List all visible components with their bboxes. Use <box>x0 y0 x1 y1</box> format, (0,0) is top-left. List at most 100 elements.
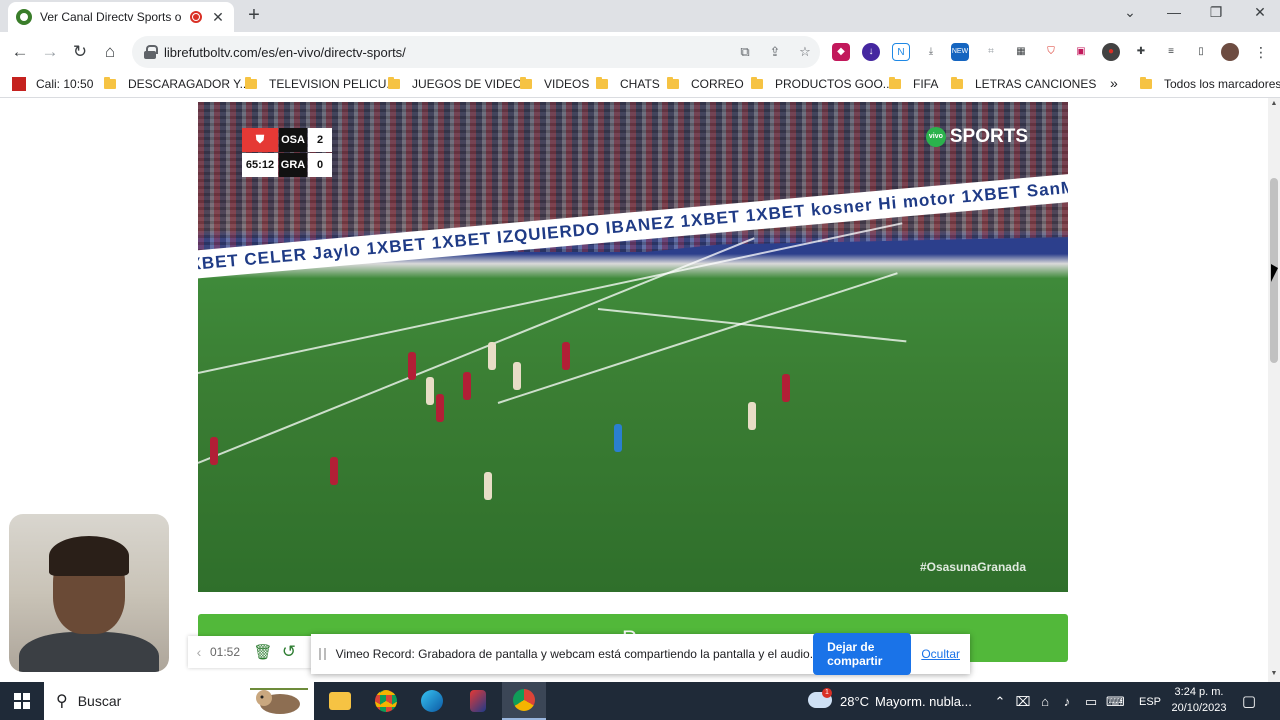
taskbar-file-explorer[interactable] <box>318 682 362 720</box>
webcam-overlay[interactable] <box>9 514 169 672</box>
extension-screenshot-icon[interactable]: ⌗ <box>982 43 1000 61</box>
minimize-button[interactable]: — <box>1162 4 1186 20</box>
scroll-down-icon[interactable]: ▼ <box>1270 670 1278 678</box>
input-language[interactable]: ESP <box>1139 696 1161 708</box>
player-white <box>748 402 756 430</box>
page-content: 1XBET CELER Jaylo 1XBET 1XBET IZQUIERDO … <box>0 98 1268 682</box>
bookmark-star-icon[interactable]: ☆ <box>790 44 820 60</box>
bookmark-folder-chats[interactable]: CHATS <box>596 77 660 91</box>
restart-icon[interactable]: ↺ <box>276 642 302 662</box>
folder-icon <box>1140 77 1152 89</box>
tray-device-icon[interactable]: ⌧ <box>1014 694 1032 710</box>
discard-trash-icon[interactable]: 🗑 <box>250 643 276 661</box>
side-panel-icon[interactable]: ▯ <box>1192 43 1210 61</box>
cast-icon[interactable]: ⧉ <box>730 44 760 60</box>
reading-list-icon[interactable]: ≡ <box>1162 43 1180 61</box>
bookmark-label: Todos los marcadores <box>1164 77 1280 91</box>
extension-grid-icon[interactable]: ▦ <box>1012 43 1030 61</box>
stop-sharing-button[interactable]: Dejar de compartir <box>813 633 912 675</box>
all-bookmarks-folder[interactable]: Todos los marcadores <box>1140 77 1280 91</box>
extension-download-icon[interactable]: ↓ <box>862 43 880 61</box>
share-icon[interactable]: ⇪ <box>760 44 790 60</box>
webcam-person-hair <box>49 536 129 576</box>
bookmark-folder-letras[interactable]: LETRAS CANCIONES <box>951 77 1096 91</box>
volume-icon[interactable]: ♪ <box>1058 694 1076 709</box>
bookmarks-overflow-button[interactable]: » <box>1110 75 1118 91</box>
player-white <box>426 377 434 405</box>
video-player[interactable]: 1XBET CELER Jaylo 1XBET 1XBET IZQUIERDO … <box>198 102 1068 592</box>
collapse-chevron-icon[interactable]: ‹ <box>188 644 210 660</box>
keyboard-icon[interactable]: ⌨ <box>1106 694 1125 710</box>
site-info-icon[interactable] <box>144 45 158 59</box>
downloads-icon[interactable]: ⤓ <box>922 43 940 61</box>
reload-button[interactable]: ↻ <box>68 40 92 64</box>
extension-diamond-icon[interactable]: ◆ <box>832 43 850 61</box>
player-red <box>330 457 338 485</box>
tab-title: Ver Canal Directv Sports onl <box>40 10 182 24</box>
laliga-logo-icon: ⛊ <box>242 128 278 152</box>
match-hashtag: #OsasunaGranada <box>919 560 1026 574</box>
broadcaster-logo: vivo SPORTS <box>925 126 1028 148</box>
screen-share-notification: Vimeo Record: Grabadora de pantalla y we… <box>311 633 970 675</box>
bookmark-folder-descaragador[interactable]: DESCARAGADOR Y... <box>104 77 250 91</box>
window-close-button[interactable]: ✕ <box>1248 4 1272 21</box>
profile-avatar[interactable] <box>1221 43 1239 61</box>
windows-start-icon[interactable] <box>14 693 30 709</box>
menu-kebab-icon[interactable]: ⋮ <box>1252 43 1270 61</box>
referee <box>614 424 622 452</box>
folder-icon <box>889 77 901 89</box>
new-tab-button[interactable]: + <box>244 4 264 27</box>
taskbar-clock[interactable]: 3:24 p. m. 20/10/2023 <box>1168 684 1230 716</box>
bookmark-folder-productos[interactable]: PRODUCTOS GOO... <box>751 77 893 91</box>
player-white <box>513 362 521 390</box>
extension-n-icon[interactable]: N <box>892 43 910 61</box>
recording-elapsed: 01:52 <box>210 645 241 659</box>
notifications-icon[interactable]: ▢ <box>1240 692 1258 710</box>
battery-icon[interactable]: ▭ <box>1082 694 1100 710</box>
tray-expand-icon[interactable]: ⌃ <box>991 694 1009 710</box>
weather-description[interactable]: Mayorm. nubla... <box>875 694 972 709</box>
webcam-person-shirt <box>19 632 159 672</box>
drag-handle-icon[interactable] <box>319 648 326 660</box>
network-icon[interactable]: ⌂ <box>1036 694 1054 709</box>
hide-link[interactable]: Ocultar <box>921 647 960 661</box>
pitch-line <box>497 272 898 404</box>
bookmark-folder-fifa[interactable]: FIFA <box>889 77 938 91</box>
tab-search-icon[interactable]: ⌄ <box>1118 4 1142 21</box>
bookmark-label: CORREO <box>691 77 744 91</box>
bookmark-label: Cali: 10:50 <box>36 77 94 91</box>
match-clock: 65:12 <box>242 153 278 177</box>
taskbar-edge[interactable] <box>410 682 454 720</box>
taskbar-app-tool[interactable] <box>456 682 500 720</box>
browser-toolbar: ← → ↻ ⌂ librefutboltv.com/es/en-vivo/dir… <box>0 32 1280 72</box>
weather-alert-badge: 1 <box>822 688 832 698</box>
bookmark-folder-correo[interactable]: CORREO <box>667 77 744 91</box>
player-white <box>484 472 492 500</box>
bookmark-folder-videos[interactable]: VIDEOS <box>520 77 589 91</box>
bookmark-label: VIDEOS <box>544 77 590 91</box>
extension-shield-icon[interactable]: ⛉ <box>1042 43 1060 61</box>
bookmark-cali[interactable]: Cali: 10:50 <box>12 77 93 91</box>
browser-tab[interactable]: Ver Canal Directv Sports onl ✕ <box>8 2 234 32</box>
scroll-up-icon[interactable]: ▲ <box>1270 100 1278 108</box>
address-bar[interactable]: librefutboltv.com/es/en-vivo/directv-spo… <box>132 36 820 68</box>
page-scrollbar[interactable]: ▲ ▼ <box>1268 98 1280 682</box>
bookmark-folder-juegos[interactable]: JUEGOS DE VIDEO <box>388 77 522 91</box>
extension-record-icon[interactable]: ● <box>1102 43 1120 61</box>
restore-button[interactable]: ❐ <box>1204 4 1228 21</box>
back-button[interactable]: ← <box>8 40 32 64</box>
mouse-cursor-icon <box>1271 264 1278 282</box>
home-button[interactable]: ⌂ <box>98 40 122 64</box>
search-placeholder: Buscar <box>77 693 122 709</box>
extension-clapper-icon[interactable]: ▣ <box>1072 43 1090 61</box>
extensions-puzzle-icon[interactable]: ✚ <box>1132 43 1150 61</box>
url-text[interactable]: librefutboltv.com/es/en-vivo/directv-spo… <box>164 45 730 60</box>
tab-close-icon[interactable]: ✕ <box>210 9 226 26</box>
extension-new-icon[interactable]: NEW <box>951 43 969 61</box>
bookmark-label: PRODUCTOS GOO... <box>775 77 893 91</box>
taskbar-chrome-active[interactable] <box>502 682 546 720</box>
weather-temp[interactable]: 28°C <box>840 694 869 709</box>
forward-button[interactable]: → <box>38 40 62 64</box>
bookmark-folder-television[interactable]: TELEVISION PELICU... <box>245 77 396 91</box>
taskbar-chrome[interactable] <box>364 682 408 720</box>
